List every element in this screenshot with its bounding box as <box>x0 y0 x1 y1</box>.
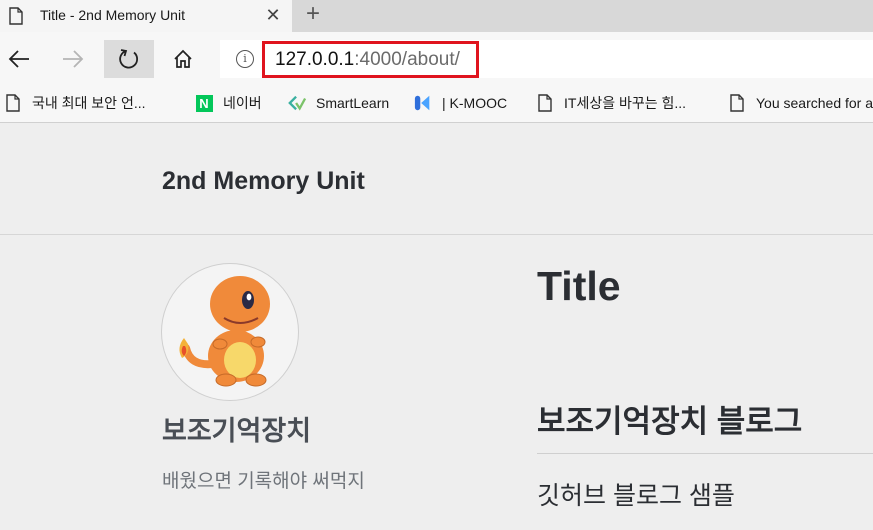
browser-toolbar: i 127.0.0.1:4000/about/ <box>0 32 873 85</box>
site-header: 2nd Memory Unit <box>0 124 873 235</box>
smartlearn-icon <box>288 93 306 113</box>
back-button[interactable] <box>0 40 38 78</box>
document-icon <box>9 7 23 25</box>
back-arrow-icon <box>8 50 29 68</box>
favorite-label: SmartLearn <box>316 95 390 111</box>
charmander-avatar <box>179 276 270 387</box>
favorite-label: 국내 최대 보안 언... <box>32 95 146 111</box>
kmooc-icon <box>414 93 432 113</box>
document-icon <box>536 93 554 113</box>
url-text[interactable]: 127.0.0.1:4000/about/ <box>262 41 479 78</box>
favorite-label: | K-MOOC <box>442 95 508 111</box>
author-avatar <box>161 263 299 401</box>
refresh-button[interactable] <box>104 40 154 78</box>
favorite-item[interactable]: SmartLearn <box>288 90 389 116</box>
favorite-item[interactable]: N 네이버 <box>195 90 262 116</box>
address-bar[interactable]: i 127.0.0.1:4000/about/ <box>220 40 873 78</box>
favorites-bar: 국내 최대 보안 언... N 네이버 SmartLearn | K-MOOC … <box>0 85 873 123</box>
page-title: Title <box>537 263 621 309</box>
author-name: 보조기억장치 <box>162 416 312 446</box>
url-path: :4000/about/ <box>354 48 460 70</box>
section-heading: 보조기억장치 블로그 <box>537 404 803 439</box>
favorite-item[interactable]: | K-MOOC <box>414 90 507 116</box>
site-title-link[interactable]: 2nd Memory Unit <box>162 167 365 196</box>
home-icon <box>174 49 192 68</box>
author-bio: 배웠으면 기록해야 써먹지 <box>162 471 365 492</box>
heading-divider <box>537 453 873 454</box>
favorite-label: IT세상을 바꾸는 힘... <box>564 95 687 111</box>
document-icon <box>728 93 746 113</box>
naver-icon: N <box>195 93 213 113</box>
forward-arrow-icon <box>63 50 84 68</box>
tab-title: Title - 2nd Memory Unit <box>40 7 185 23</box>
body-paragraph: 깃허브 블로그 샘플 <box>537 482 735 510</box>
tab-strip: Title - 2nd Memory Unit ✕ + <box>0 0 873 32</box>
favorite-item[interactable]: You searched for a <box>728 90 873 116</box>
favorite-label: You searched for a <box>756 95 873 111</box>
url-host: 127.0.0.1 <box>275 48 355 70</box>
favorite-label: 네이버 <box>223 95 262 111</box>
forward-button[interactable] <box>54 40 92 78</box>
info-icon[interactable]: i <box>236 50 254 68</box>
close-tab-icon[interactable]: ✕ <box>265 6 281 24</box>
browser-tab[interactable]: Title - 2nd Memory Unit ✕ <box>0 0 292 32</box>
refresh-icon <box>119 49 139 69</box>
favorite-item[interactable]: 국내 최대 보안 언... <box>4 90 146 116</box>
favorite-item[interactable]: IT세상을 바꾸는 힘... <box>536 90 686 116</box>
home-button[interactable] <box>164 40 202 78</box>
new-tab-button[interactable]: + <box>300 2 326 28</box>
document-icon <box>4 93 22 113</box>
